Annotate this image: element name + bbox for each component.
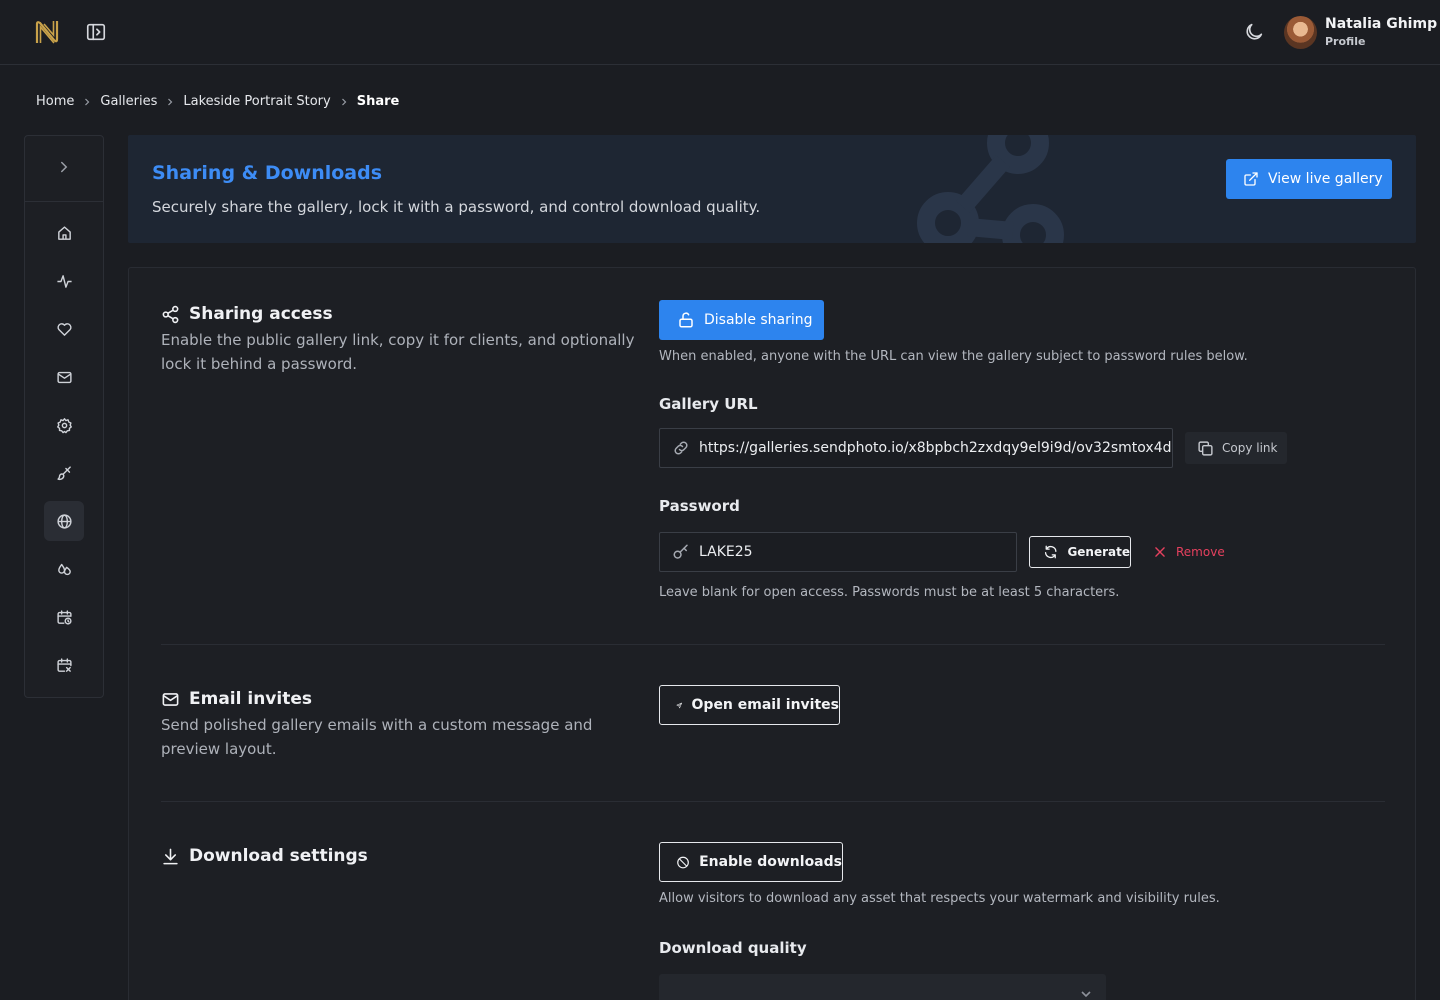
sidebar-item-watermark[interactable] xyxy=(44,549,84,589)
sidebar-item-design[interactable] xyxy=(44,453,84,493)
download-settings-title: Download settings xyxy=(161,846,368,866)
mail-icon xyxy=(162,692,179,706)
remove-label: Remove xyxy=(1176,545,1225,559)
sidebar-item-expiry[interactable] xyxy=(44,645,84,685)
top-bar: Natalia Ghimp Profile xyxy=(0,0,1440,65)
copy-link-button[interactable]: Copy link xyxy=(1185,432,1287,464)
gallery-url-value: https://galleries.sendphoto.io/x8bpbch2z… xyxy=(699,440,1173,456)
key-icon xyxy=(673,544,688,559)
generate-label: Generate xyxy=(1067,545,1130,559)
breadcrumb-home[interactable]: Home xyxy=(36,94,74,109)
sharing-access-title: Sharing access xyxy=(161,304,333,324)
sharing-access-title-text: Sharing access xyxy=(189,304,333,324)
view-live-gallery-label: View live gallery xyxy=(1268,171,1383,187)
refresh-icon xyxy=(1044,545,1057,559)
gallery-url-label: Gallery URL xyxy=(659,395,758,413)
email-invites-title: Email invites xyxy=(161,689,312,709)
disable-sharing-button[interactable]: Disable sharing xyxy=(659,300,824,340)
share-icon xyxy=(162,305,179,323)
globe-icon xyxy=(56,513,72,529)
email-invites-description: Send polished gallery emails with a cust… xyxy=(161,716,593,758)
section-divider xyxy=(161,644,1385,645)
activity-icon xyxy=(56,274,72,288)
chevron-right-icon[interactable] xyxy=(55,158,73,176)
sidebar-item-favorites[interactable] xyxy=(44,309,84,349)
sidebar-item-activity[interactable] xyxy=(44,261,84,301)
enable-downloads-label: Enable downloads xyxy=(699,854,842,870)
brush-icon xyxy=(56,465,71,480)
page-title: Sharing & Downloads xyxy=(152,162,383,184)
avatar[interactable] xyxy=(1284,16,1317,49)
sidebar-item-share[interactable] xyxy=(44,501,84,541)
heart-icon xyxy=(56,322,72,336)
enable-downloads-button[interactable]: Enable downloads xyxy=(659,842,843,882)
downloads-help-text: Allow visitors to download any asset tha… xyxy=(659,891,1220,906)
sidebar-divider xyxy=(25,201,103,202)
password-field[interactable]: LAKE25 xyxy=(659,532,1017,572)
settings-card: Sharing access Enable the public gallery… xyxy=(128,267,1416,1000)
download-icon xyxy=(163,848,178,864)
download-quality-label: Download quality xyxy=(659,939,807,957)
moon-icon[interactable] xyxy=(1243,21,1265,43)
open-email-invites-button[interactable]: Open email invites xyxy=(659,685,840,725)
side-navigation xyxy=(24,135,104,698)
link-icon xyxy=(674,441,688,455)
chevron-right-icon xyxy=(168,98,173,105)
email-invites-title-text: Email invites xyxy=(189,689,312,709)
chevron-right-icon xyxy=(85,98,90,105)
sidebar-item-home[interactable] xyxy=(44,213,84,253)
settings-icon xyxy=(56,417,72,433)
open-email-invites-label: Open email invites xyxy=(691,697,839,713)
download-settings-title-text: Download settings xyxy=(189,846,368,866)
copy-link-label: Copy link xyxy=(1222,441,1278,455)
breadcrumb: Home Galleries Lakeside Portrait Story S… xyxy=(36,94,399,109)
sidebar-item-settings[interactable] xyxy=(44,405,84,445)
password-help-text: Leave blank for open access. Passwords m… xyxy=(659,585,1120,600)
page-subtitle: Securely share the gallery, lock it with… xyxy=(152,198,761,216)
ban-icon xyxy=(677,856,689,868)
external-link-icon xyxy=(1244,172,1258,186)
sharing-access-description: Enable the public gallery link, copy it … xyxy=(161,331,635,373)
sidebar-item-schedule[interactable] xyxy=(44,597,84,637)
page-header: Sharing & Downloads Securely share the g… xyxy=(128,135,1416,243)
n-logo-icon[interactable] xyxy=(33,18,61,46)
user-profile-link[interactable]: Profile xyxy=(1325,35,1365,48)
droplets-icon xyxy=(57,563,71,575)
home-icon xyxy=(57,225,71,240)
generate-password-button[interactable]: Generate xyxy=(1029,536,1131,568)
breadcrumb-current: Share xyxy=(356,94,400,109)
sharing-help-text: When enabled, anyone with the URL can vi… xyxy=(659,349,1248,364)
send-icon xyxy=(676,702,682,708)
section-divider xyxy=(161,801,1385,802)
user-name[interactable]: Natalia Ghimp xyxy=(1325,16,1437,32)
breadcrumb-gallery[interactable]: Lakeside Portrait Story xyxy=(183,94,330,109)
download-quality-select[interactable] xyxy=(659,974,1106,1000)
calendar-clock-icon xyxy=(56,609,72,625)
copy-icon xyxy=(1198,440,1213,456)
chevron-down-icon xyxy=(1081,991,1091,998)
chevron-right-icon xyxy=(341,98,347,105)
password-value: LAKE25 xyxy=(699,544,753,560)
unlock-icon xyxy=(679,312,693,328)
mail-icon xyxy=(56,371,72,383)
remove-password-button[interactable]: Remove xyxy=(1153,545,1225,559)
sidebar-item-mail[interactable] xyxy=(44,357,84,397)
calendar-x-icon xyxy=(56,657,72,672)
share-decoration-icon xyxy=(898,135,1088,243)
password-label: Password xyxy=(659,497,740,515)
breadcrumb-galleries[interactable]: Galleries xyxy=(100,94,157,109)
panel-toggle-icon[interactable] xyxy=(85,21,107,43)
gallery-url-field[interactable]: https://galleries.sendphoto.io/x8bpbch2z… xyxy=(659,428,1173,468)
close-icon xyxy=(1155,547,1165,557)
view-live-gallery-button[interactable]: View live gallery xyxy=(1226,159,1392,199)
disable-sharing-label: Disable sharing xyxy=(704,312,813,328)
